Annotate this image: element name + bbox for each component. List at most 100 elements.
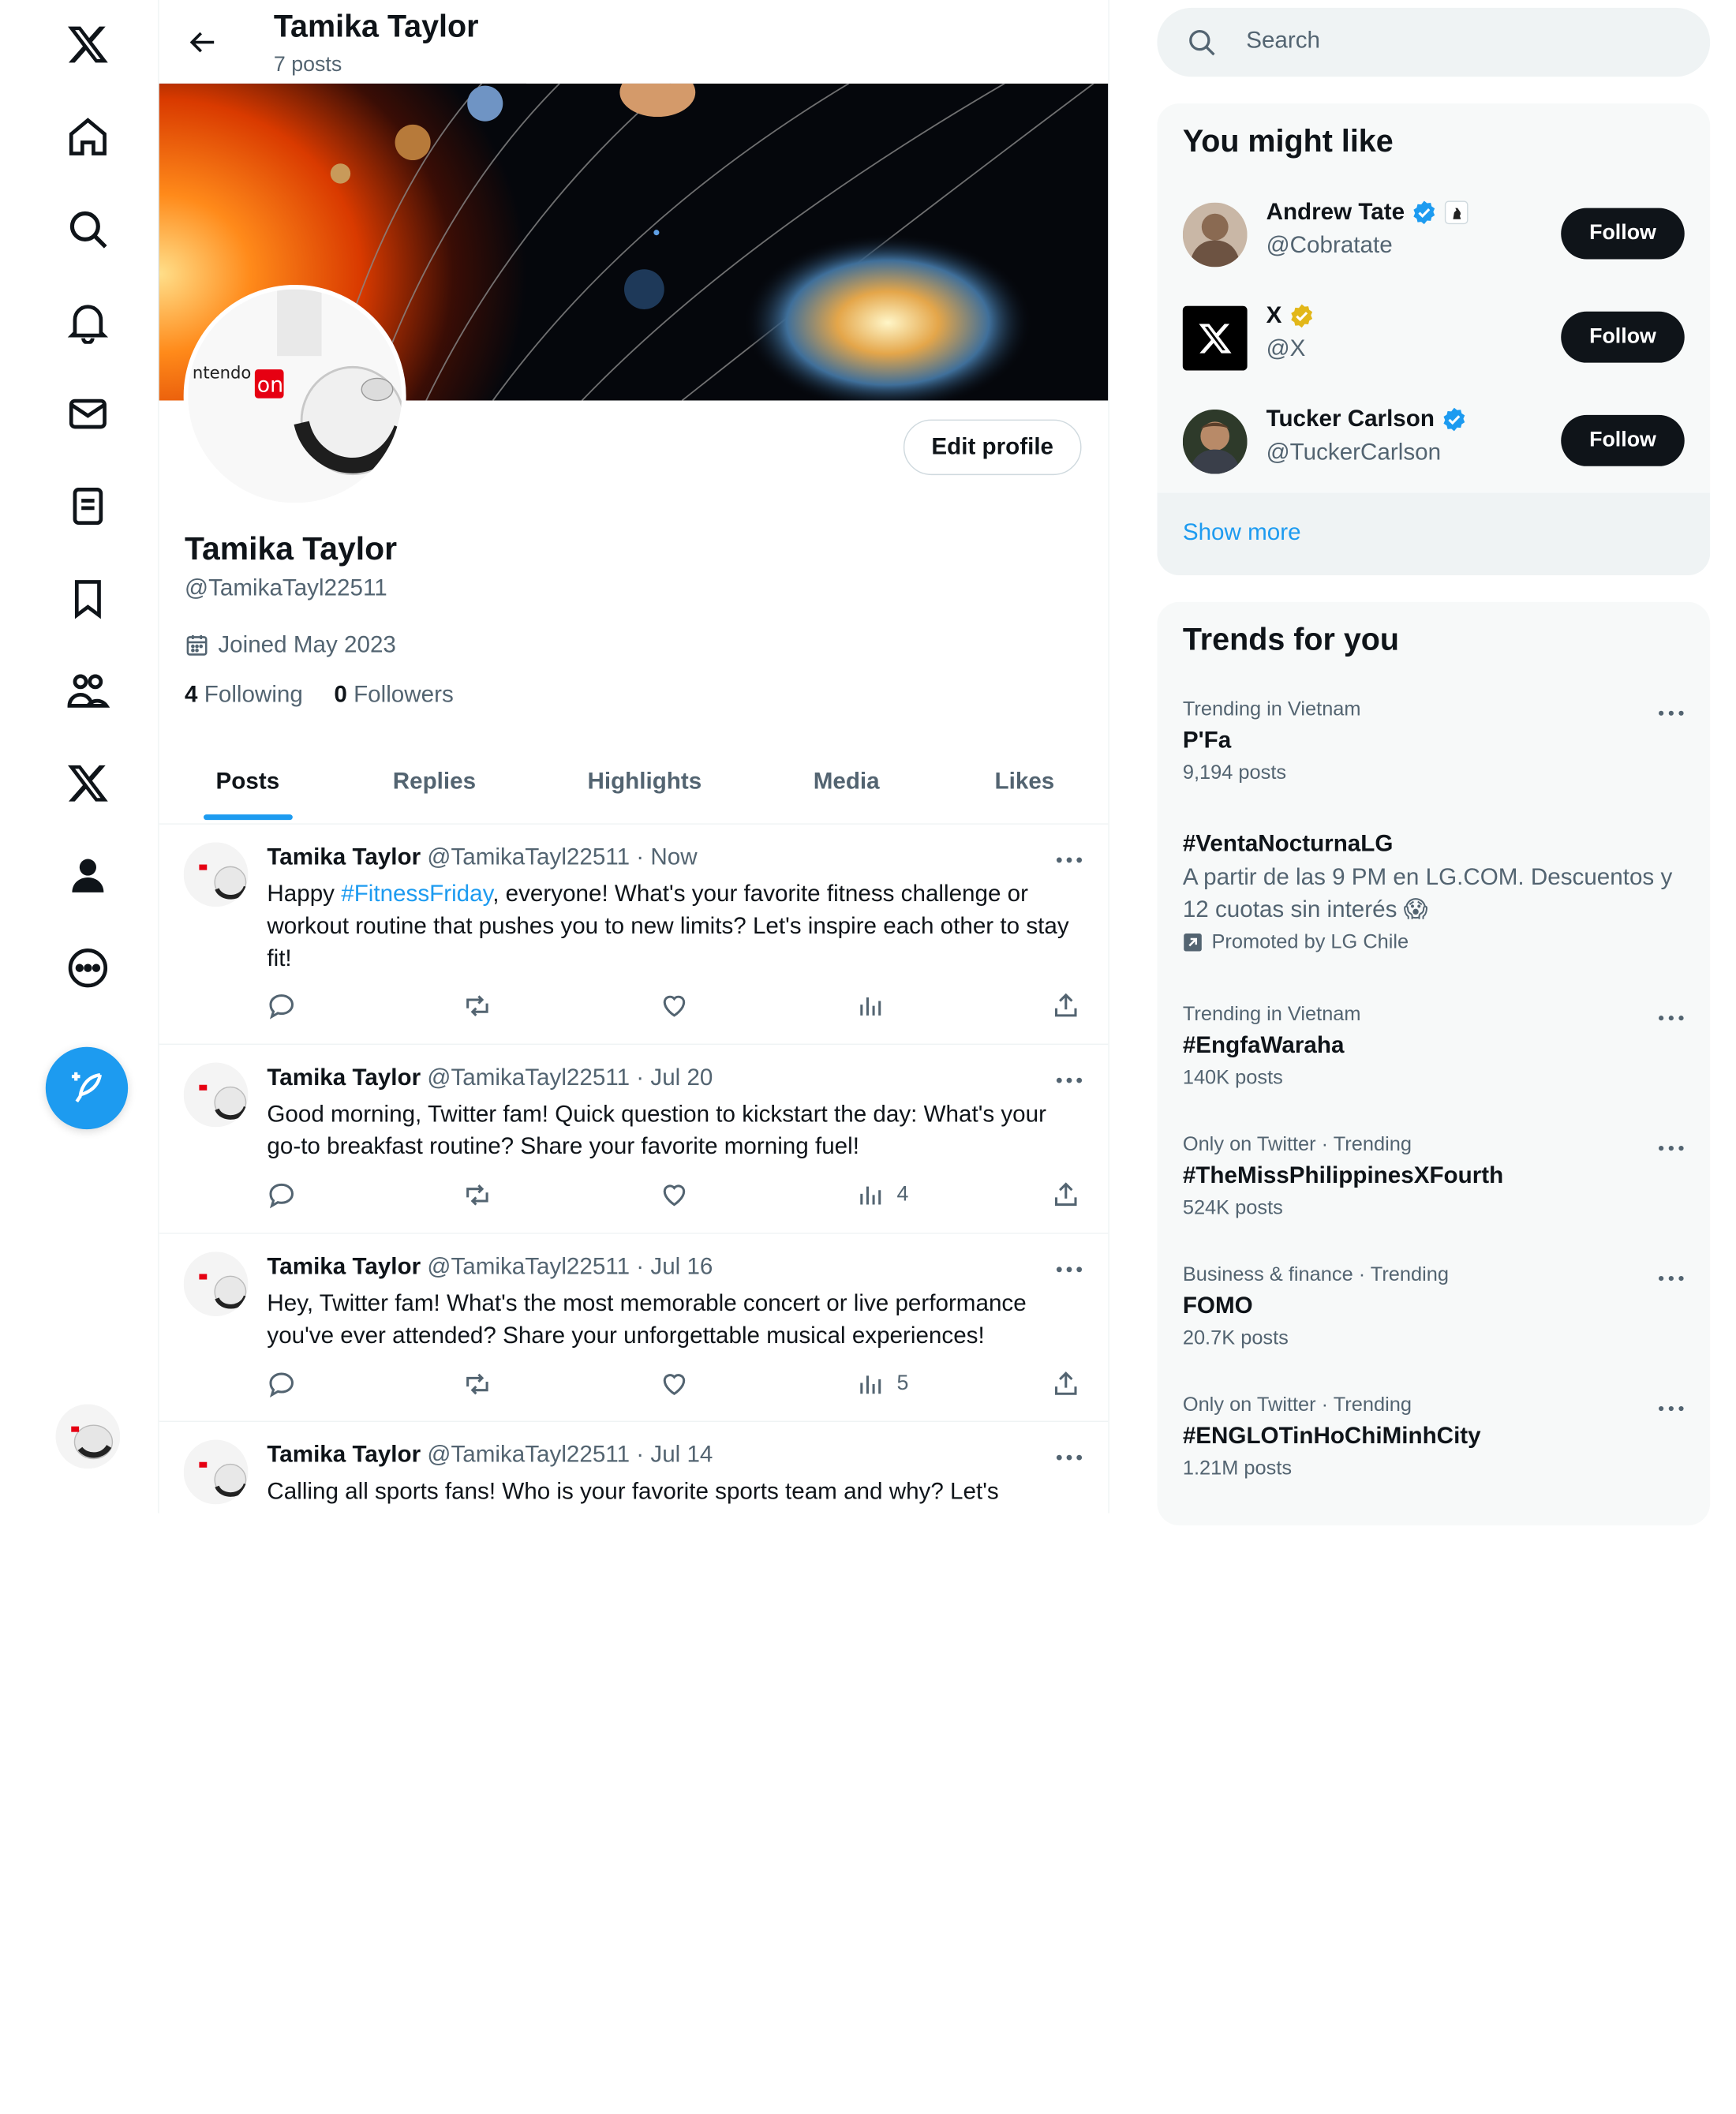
back-button[interactable] [181, 20, 226, 64]
post-author[interactable]: Tamika Taylor [267, 1442, 421, 1467]
reply-button[interactable] [267, 991, 296, 1020]
promoted-trend-item[interactable]: #VentaNocturnaLG A partir de las 9 PM en… [1183, 831, 1695, 953]
post-handle[interactable]: @TamikaTayl22511 [427, 844, 630, 870]
post-author[interactable]: Tamika Taylor [267, 1064, 421, 1090]
post-avatar[interactable] [183, 1252, 249, 1317]
promoted-by[interactable]: Promoted by LG Chile [1211, 930, 1409, 954]
share-button[interactable] [1051, 991, 1080, 1020]
views-button[interactable]: 4 [857, 1180, 909, 1210]
profile-icon[interactable] [58, 846, 118, 906]
post-author[interactable]: Tamika Taylor [267, 1254, 421, 1279]
explore-icon[interactable] [58, 199, 118, 259]
tab-posts[interactable]: Posts [216, 741, 280, 823]
post-avatar[interactable] [183, 1062, 249, 1128]
edit-profile-button[interactable]: Edit profile [903, 419, 1082, 476]
avatar[interactable] [1182, 305, 1248, 371]
trend-count: 524K posts [1182, 1195, 1283, 1218]
notifications-icon[interactable] [58, 291, 118, 351]
trends-card: Trends for you Trending in Vietnam P'Fa … [1157, 601, 1711, 1526]
x-logo-icon[interactable] [58, 14, 118, 74]
suggestion-row[interactable]: Andrew Tate @Cobratate Follow [1182, 199, 1685, 270]
repost-button[interactable] [463, 1370, 492, 1399]
more-options-icon[interactable] [1656, 1137, 1685, 1159]
more-options-icon[interactable] [1053, 1069, 1084, 1091]
home-icon[interactable] [58, 107, 118, 167]
views-button[interactable] [857, 991, 897, 1020]
like-button[interactable] [660, 1180, 689, 1210]
more-options-icon[interactable] [1656, 702, 1685, 724]
post[interactable]: Tamika Taylor @TamikaTayl22511 · Jul 20 … [159, 1045, 1109, 1234]
bookmarks-icon[interactable] [58, 569, 118, 629]
post-time[interactable]: Now [650, 844, 697, 870]
share-icon [1055, 1371, 1077, 1395]
profile-column: Tamika Taylor 7 posts on ntendo Edit pro… [158, 0, 1109, 1513]
views-count: 4 [896, 1182, 909, 1207]
promoted-description: A partir de las 9 PM en LG.COM. Descuent… [1182, 864, 1673, 922]
profile-avatar[interactable]: on ntendo [183, 284, 406, 507]
following-count: 4 [185, 682, 198, 708]
post[interactable]: Tamika Taylor @TamikaTayl22511 · Now Hap… [159, 825, 1109, 1045]
more-options-icon[interactable] [1053, 1446, 1084, 1469]
share-button[interactable] [1051, 1180, 1080, 1210]
post-author[interactable]: Tamika Taylor [267, 844, 421, 870]
post-handle[interactable]: @TamikaTayl22511 [427, 1064, 630, 1090]
share-button[interactable] [1051, 1370, 1080, 1399]
suggestion-row[interactable]: Tucker Carlson @TuckerCarlson Follow [1182, 406, 1685, 477]
repost-button[interactable] [463, 991, 492, 1020]
like-button[interactable] [660, 1370, 689, 1399]
show-more-link[interactable]: Show more [1157, 492, 1711, 575]
account-avatar[interactable] [55, 1404, 121, 1469]
post-time[interactable]: Jul 20 [650, 1064, 713, 1090]
trend-item[interactable]: Business & finance · Trending FOMO 20.7K… [1183, 1263, 1689, 1349]
avatar[interactable] [1182, 409, 1248, 474]
more-options-icon[interactable] [1656, 1397, 1685, 1420]
repost-button[interactable] [463, 1180, 492, 1210]
post[interactable]: Tamika Taylor @TamikaTayl22511 · Jul 16 … [159, 1234, 1109, 1422]
premium-icon[interactable] [58, 754, 118, 814]
more-options-icon[interactable] [1053, 1259, 1084, 1281]
follow-button[interactable]: Follow [1561, 311, 1685, 363]
post-time[interactable]: Jul 16 [650, 1254, 713, 1279]
views-button[interactable]: 5 [857, 1370, 908, 1399]
tab-likes[interactable]: Likes [995, 741, 1055, 823]
more-icon[interactable] [58, 938, 118, 998]
tab-media[interactable]: Media [814, 741, 880, 823]
followers-link[interactable]: 0 Followers [334, 682, 453, 709]
post-avatar[interactable] [183, 842, 249, 907]
post-handle[interactable]: @TamikaTayl22511 [427, 1254, 630, 1279]
follow-button[interactable]: Follow [1561, 414, 1685, 466]
suggestion-row[interactable]: X @X Follow [1182, 303, 1685, 374]
communities-icon[interactable] [58, 661, 118, 721]
following-link[interactable]: 4 Following [185, 682, 303, 709]
compose-button[interactable] [45, 1046, 129, 1130]
more-options-icon[interactable] [1656, 1007, 1685, 1029]
messages-icon[interactable] [58, 384, 118, 443]
reply-button[interactable] [267, 1180, 296, 1210]
more-options-icon[interactable] [1656, 1267, 1685, 1289]
trend-item[interactable]: Trending in Vietnam #EngfaWaraha 140K po… [1183, 1002, 1689, 1089]
post-handle[interactable]: @TamikaTayl22511 [427, 1442, 630, 1467]
post[interactable]: Tamika Taylor @TamikaTayl22511 · Jul 14 … [159, 1422, 1109, 1513]
post-avatar[interactable] [183, 1439, 249, 1505]
reply-icon [269, 994, 294, 1020]
hashtag-link[interactable]: #FitnessFriday [341, 881, 492, 907]
search-box[interactable]: Search [1157, 7, 1711, 77]
trend-name: #EngfaWaraha [1182, 1032, 1345, 1058]
avatar[interactable] [1182, 202, 1248, 268]
post-text: Happy #FitnessFriday, everyone! What's y… [267, 881, 1069, 971]
more-options-icon[interactable] [1053, 849, 1084, 871]
post-time[interactable]: Jul 14 [650, 1442, 713, 1467]
follow-button[interactable]: Follow [1561, 208, 1685, 260]
trend-item[interactable]: Only on Twitter · Trending #ENGLOTinHoCh… [1183, 1393, 1689, 1480]
reply-button[interactable] [267, 1370, 296, 1399]
trend-item[interactable]: Only on Twitter · Trending #TheMissPhili… [1183, 1132, 1689, 1219]
search-icon [1189, 29, 1215, 56]
lists-icon[interactable] [58, 476, 118, 536]
tab-replies[interactable]: Replies [393, 741, 476, 823]
trend-item[interactable]: Trending in Vietnam P'Fa 9,194 posts [1183, 698, 1689, 784]
like-button[interactable] [660, 991, 689, 1020]
active-tab-indicator [204, 814, 293, 821]
search-input[interactable]: Search [1246, 28, 1320, 54]
tab-highlights[interactable]: Highlights [587, 741, 702, 823]
heart-icon [663, 1374, 686, 1396]
